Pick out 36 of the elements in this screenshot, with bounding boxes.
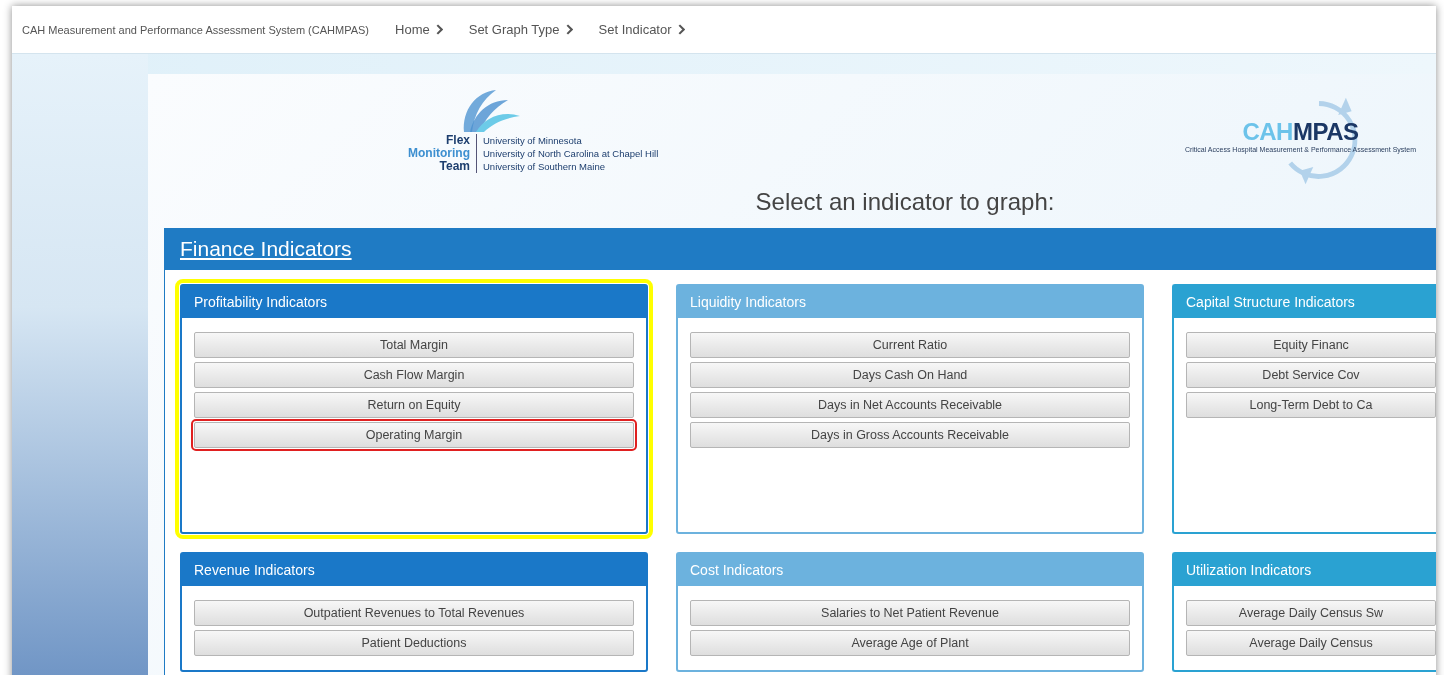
indicator-button[interactable]: Average Age of Plant [690,630,1130,656]
indicator-button[interactable]: Outpatient Revenues to Total Revenues [194,600,634,626]
panel-title: Utilization Indicators [1186,562,1312,578]
indicator-button[interactable]: Equity Financ [1186,332,1436,358]
university-name: University of Minnesota [483,134,583,147]
indicator-button[interactable]: Days in Gross Accounts Receivable [690,422,1130,448]
section-title-link[interactable]: Finance Indicators [180,237,352,261]
indicator-button[interactable]: Long-Term Debt to Ca [1186,392,1436,418]
panel-title: Liquidity Indicators [690,294,806,310]
app-title[interactable]: CAH Measurement and Performance Assessment System (CAHMPAS) [22,23,370,36]
university-name: University of North Carolina at Chapel Hill [483,147,659,160]
indicator-button[interactable]: Average Daily Census [1186,630,1436,656]
indicator-button[interactable]: Operating Margin [194,422,634,448]
breadcrumb-link[interactable]: Set Graph Type [468,22,573,37]
panel-title: Profitability Indicators [194,294,328,310]
logo-title: CAHMPAS [1242,118,1359,146]
panel-title: Revenue Indicators [194,562,315,578]
indicator-button[interactable]: Return on Equity [194,392,634,418]
indicator-button[interactable]: Days in Net Accounts Receivable [690,392,1130,418]
indicator-button[interactable]: Average Daily Census Sw [1186,600,1436,626]
breadcrumb-link[interactable]: Set Indicator [598,22,685,37]
logo-text: Monitoring [408,147,470,160]
page-heading: Select an indicator to graph: [754,188,1056,217]
panel-title: Cost Indicators [690,562,784,578]
indicator-button[interactable]: Patient Deductions [194,630,634,656]
indicator-button[interactable]: Current Ratio [690,332,1130,358]
university-name: University of Southern Maine [483,160,606,173]
panel-title: Capital Structure Indicators [1186,294,1355,310]
indicator-button[interactable]: Total Margin [194,332,634,358]
indicator-button[interactable]: Cash Flow Margin [194,362,634,388]
indicator-button[interactable]: Salaries to Net Patient Revenue [690,600,1130,626]
breadcrumb-link[interactable]: Home [395,22,443,37]
logo-text: Flex [445,134,470,147]
indicator-button[interactable]: Debt Service Cov [1186,362,1436,388]
indicator-button[interactable]: Days Cash On Hand [690,362,1130,388]
logo-text: Team [439,160,470,173]
